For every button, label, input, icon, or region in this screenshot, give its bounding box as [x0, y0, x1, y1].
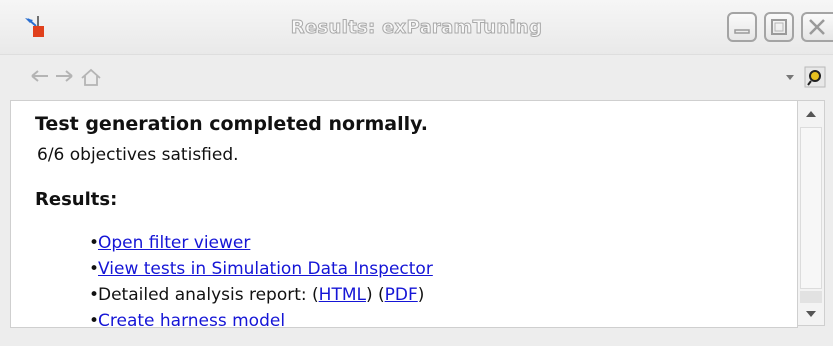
dock-pin-icon[interactable] — [804, 66, 826, 88]
open-filter-viewer-link[interactable]: Open filter viewer — [98, 233, 250, 253]
close-button[interactable] — [801, 12, 833, 42]
list-item: •Create harness model — [89, 311, 285, 328]
results-window: Results: exParamTuning Test generation c… — [0, 0, 833, 346]
list-item: •Open filter viewer — [89, 233, 250, 253]
title-bar[interactable]: Results: exParamTuning — [0, 0, 833, 55]
objectives-summary: 6/6 objectives satisfied. — [37, 145, 239, 165]
forward-arrow-icon[interactable] — [54, 68, 74, 84]
minimize-button[interactable] — [727, 12, 757, 42]
bullet: • — [89, 233, 100, 253]
list-item: •Detailed analysis report: (HTML) (PDF) — [89, 285, 424, 305]
report-label: Detailed analysis report: ( — [98, 285, 319, 305]
report-close: ) — [417, 285, 425, 305]
bullet: • — [89, 285, 100, 305]
scroll-track[interactable] — [800, 291, 822, 303]
maximize-icon — [771, 19, 787, 35]
bullet: • — [89, 311, 100, 328]
status-heading: Test generation completed normally. — [35, 113, 428, 135]
home-icon[interactable] — [80, 68, 102, 86]
close-icon — [809, 19, 825, 35]
dropdown-arrow-icon[interactable] — [785, 74, 795, 82]
toolbar — [0, 62, 833, 92]
view-tests-sdi-link[interactable]: View tests in Simulation Data Inspector — [98, 259, 433, 279]
minimize-icon — [734, 29, 750, 34]
back-arrow-icon[interactable] — [30, 68, 50, 84]
html-report-link[interactable]: HTML — [319, 285, 366, 305]
create-harness-model-link[interactable]: Create harness model — [98, 311, 285, 327]
results-heading: Results: — [35, 189, 118, 210]
window-title: Results: exParamTuning — [290, 17, 543, 39]
list-item: •View tests in Simulation Data Inspector — [89, 259, 433, 279]
scroll-down-icon[interactable] — [805, 310, 817, 318]
pdf-report-link[interactable]: PDF — [385, 285, 418, 305]
bullet: • — [89, 259, 100, 279]
scroll-up-icon[interactable] — [805, 110, 817, 118]
maximize-button[interactable] — [764, 12, 794, 42]
scroll-thumb[interactable] — [800, 127, 822, 289]
report-separator: ) ( — [365, 285, 385, 305]
vertical-scrollbar[interactable] — [797, 100, 825, 326]
results-panel: Test generation completed normally. 6/6 … — [10, 100, 798, 328]
